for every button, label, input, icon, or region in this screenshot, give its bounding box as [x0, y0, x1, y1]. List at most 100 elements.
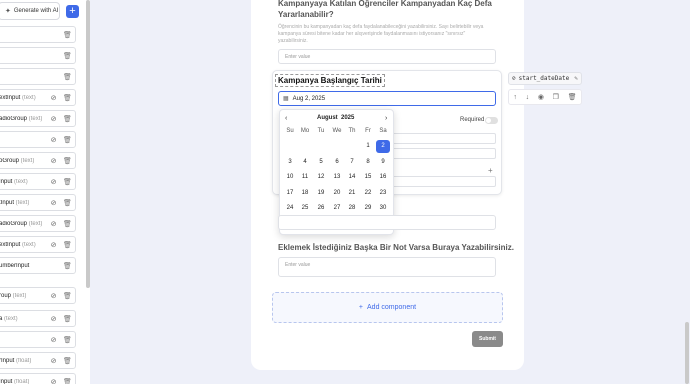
calendar-day[interactable]: 4: [298, 156, 312, 169]
calendar-day[interactable]: 21: [345, 187, 359, 200]
option-input[interactable]: [390, 148, 496, 159]
sidebar-component-item[interactable]: rInput (float) ⊘ 🗑: [0, 352, 76, 369]
eye-off-icon[interactable]: ⊘: [49, 292, 58, 300]
option-input[interactable]: [390, 176, 496, 187]
sidebar-component-item[interactable]: oGroup (text) ⊘ 🗑: [0, 152, 76, 169]
chevron-right-icon[interactable]: ›: [385, 115, 387, 122]
calendar-day[interactable]: 24: [283, 202, 297, 215]
calendar-day[interactable]: 3: [283, 156, 297, 169]
generate-with-ai-button[interactable]: ✦ Generate with AI: [0, 2, 60, 20]
calendar-day[interactable]: 29: [361, 202, 375, 215]
trash-icon[interactable]: 🗑: [63, 52, 72, 60]
trash-icon[interactable]: 🗑: [63, 136, 72, 144]
sidebar-component-item[interactable]: extInput (text) ⊘ 🗑: [0, 236, 76, 253]
submit-button[interactable]: Submit: [472, 331, 503, 347]
eye-off-icon[interactable]: ⊘: [49, 157, 58, 165]
start-date-input[interactable]: ▦ Aug 2, 2025: [278, 91, 496, 106]
calendar-day[interactable]: 6: [330, 156, 344, 169]
page-scrollbar[interactable]: [685, 322, 689, 384]
sidebar-component-item[interactable]: roup (text) ⊘ 🗑: [0, 287, 76, 304]
sidebar-component-item[interactable]: 🗑: [0, 47, 76, 64]
calendar-day[interactable]: 15: [361, 171, 375, 184]
eye-off-icon[interactable]: ⊘: [49, 241, 58, 249]
notes-input[interactable]: Enter value: [278, 257, 496, 277]
trash-icon[interactable]: 🗑: [63, 336, 72, 344]
eye-off-icon[interactable]: ⊘: [49, 357, 58, 365]
option-input[interactable]: [390, 133, 496, 144]
add-option-plus-icon[interactable]: +: [488, 166, 493, 175]
calendar-day[interactable]: 9: [376, 156, 390, 169]
sidebar-component-item[interactable]: adioGroup (text) ⊘ 🗑: [0, 110, 76, 127]
sidebar-component-item[interactable]: adioGroup (text) ⊘ 🗑: [0, 215, 76, 232]
pencil-icon[interactable]: ✎: [574, 75, 578, 82]
calendar-day[interactable]: 30: [376, 202, 390, 215]
required-toggle[interactable]: [485, 117, 498, 124]
calendar-day[interactable]: 14: [345, 171, 359, 184]
add-component-plus-button[interactable]: +: [66, 5, 79, 18]
calendar-day[interactable]: 23: [376, 187, 390, 200]
trash-icon[interactable]: 🗑: [63, 292, 72, 300]
calendar-day[interactable]: 11: [298, 171, 312, 184]
calendar-day[interactable]: 20: [330, 187, 344, 200]
calendar-day[interactable]: 8: [361, 156, 375, 169]
field-key-chip[interactable]: ⊘ start_dateDate ✎: [508, 72, 582, 85]
trash-icon[interactable]: 🗑: [63, 94, 72, 102]
sidebar-component-item[interactable]: extInput (text) ⊘ 🗑: [0, 89, 76, 106]
arrow-up-icon[interactable]: ↑: [513, 94, 517, 101]
calendar-day[interactable]: 1: [361, 140, 375, 153]
sidebar-component-item[interactable]: umberInput 🗑: [0, 257, 76, 274]
calendar-day[interactable]: 5: [314, 156, 328, 169]
trash-icon[interactable]: 🗑: [63, 73, 72, 81]
eye-off-icon[interactable]: ⊘: [49, 115, 58, 123]
trash-icon[interactable]: 🗑: [63, 199, 72, 207]
sidebar-scrollbar[interactable]: [86, 0, 90, 288]
selected-day[interactable]: 2: [376, 140, 390, 153]
trash-icon[interactable]: 🗑: [63, 241, 72, 249]
calendar-day[interactable]: 16: [376, 171, 390, 184]
calendar-day[interactable]: 13: [330, 171, 344, 184]
calendar-day[interactable]: 19: [314, 187, 328, 200]
duplicate-icon[interactable]: ❐: [553, 93, 559, 101]
sidebar-component-item[interactable]: ⊘ 🗑: [0, 131, 76, 148]
usage-count-input[interactable]: Enter value: [278, 49, 496, 64]
text-input[interactable]: [278, 215, 496, 230]
trash-icon[interactable]: 🗑: [63, 31, 72, 39]
add-component-button[interactable]: + Add component: [272, 292, 503, 323]
calendar-day[interactable]: 18: [298, 187, 312, 200]
sidebar-component-item[interactable]: Input (float) ⊘ 🗑: [0, 373, 76, 384]
eye-off-icon[interactable]: ⊘: [49, 94, 58, 102]
trash-icon[interactable]: 🗑: [63, 115, 72, 123]
eye-off-icon[interactable]: ⊘: [49, 178, 58, 186]
eye-off-icon[interactable]: ⊘: [49, 336, 58, 344]
trash-icon[interactable]: 🗑: [568, 93, 577, 101]
eye-off-icon[interactable]: ⊘: [49, 378, 58, 384]
calendar-day[interactable]: 7: [345, 156, 359, 169]
sidebar-component-item[interactable]: 🗑: [0, 68, 76, 85]
calendar-day[interactable]: 26: [314, 202, 328, 215]
sidebar-component-item[interactable]: a (text) ⊘ 🗑: [0, 310, 76, 327]
trash-icon[interactable]: 🗑: [63, 157, 72, 165]
calendar-day[interactable]: 17: [283, 187, 297, 200]
datepicker-year[interactable]: 2025: [341, 115, 354, 121]
eye-off-icon[interactable]: ⊘: [49, 199, 58, 207]
trash-icon[interactable]: 🗑: [63, 315, 72, 323]
sidebar-component-item[interactable]: Input (text) ⊘ 🗑: [0, 173, 76, 190]
trash-icon[interactable]: 🗑: [63, 357, 72, 365]
chevron-left-icon[interactable]: ‹: [285, 115, 287, 122]
calendar-day[interactable]: 27: [330, 202, 344, 215]
eye-off-icon[interactable]: ⊘: [49, 315, 58, 323]
sidebar-component-item[interactable]: tInput (text) ⊘ 🗑: [0, 194, 76, 211]
date-field-title[interactable]: Kampanya Başlangıç Tarihi: [275, 74, 385, 87]
trash-icon[interactable]: 🗑: [63, 262, 72, 270]
datepicker-month[interactable]: August: [317, 115, 338, 121]
sidebar-component-item[interactable]: ⊘ 🗑: [0, 331, 76, 348]
eye-off-icon[interactable]: ⊘: [49, 136, 58, 144]
trash-icon[interactable]: 🗑: [63, 378, 72, 384]
calendar-day[interactable]: 28: [345, 202, 359, 215]
calendar-day[interactable]: 25: [298, 202, 312, 215]
trash-icon[interactable]: 🗑: [63, 220, 72, 228]
eye-icon[interactable]: ◉: [538, 93, 544, 101]
arrow-down-icon[interactable]: ↓: [526, 94, 530, 101]
trash-icon[interactable]: 🗑: [63, 178, 72, 186]
eye-off-icon[interactable]: ⊘: [49, 220, 58, 228]
